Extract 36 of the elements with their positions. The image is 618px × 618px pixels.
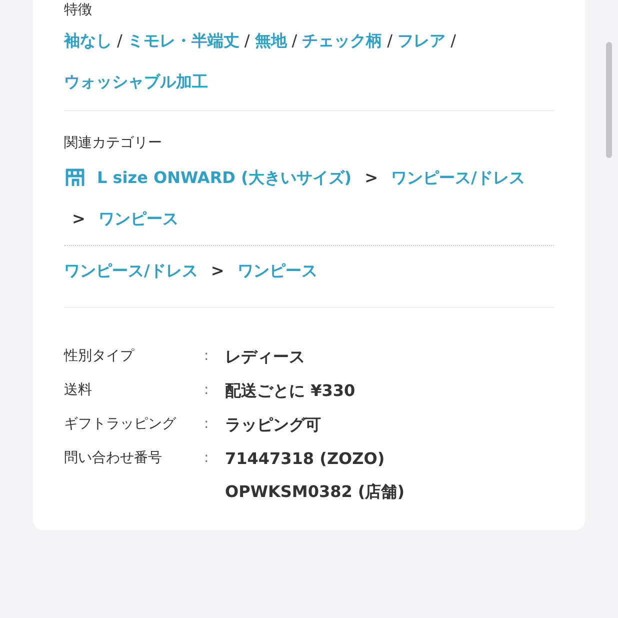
spec-label: 性別タイプ	[64, 347, 136, 366]
scrollbar-thumb[interactable]	[606, 42, 612, 158]
spec-label: ギフトラッピング	[64, 415, 178, 434]
separator: >	[210, 260, 224, 282]
category-link[interactable]: L size ONWARD (大きいサイズ)	[97, 163, 352, 192]
category-link[interactable]: ミモレ・半端丈	[127, 26, 240, 55]
separator: >	[364, 167, 378, 189]
category-link[interactable]: ワンピース/ドレス	[64, 256, 198, 285]
spec-value: 配送ごとに ¥330	[225, 380, 356, 402]
spec-label: 問い合わせ番号	[64, 449, 163, 468]
separator: /	[244, 30, 250, 52]
separator: /	[292, 30, 298, 52]
separator: /	[387, 30, 393, 52]
category-link[interactable]: フレア	[398, 26, 446, 55]
category-link[interactable]: チェック柄	[302, 26, 382, 55]
spec-label: 送料	[64, 381, 93, 400]
category-link[interactable]: ワンピース/ドレス	[391, 163, 525, 192]
colon: :	[204, 415, 210, 434]
colon: :	[204, 347, 210, 366]
spec-value: ラッピング可	[225, 414, 322, 436]
store-icon	[64, 166, 86, 188]
spec-value: OPWKSM0382 (店舗)	[225, 481, 406, 503]
colon: :	[204, 381, 210, 400]
separator: /	[450, 30, 456, 52]
section-title: 特徴	[64, 1, 93, 20]
category-link[interactable]: 無地	[254, 26, 287, 55]
spec-value: 71447318 (ZOZO)	[225, 448, 386, 470]
separator: >	[72, 208, 86, 230]
category-link[interactable]: ウォッシャブル加工	[64, 67, 208, 96]
category-link[interactable]: ワンピース	[98, 204, 178, 233]
category-link[interactable]: ワンピース	[237, 256, 318, 285]
separator: /	[117, 30, 122, 52]
spec-value: レディース	[225, 346, 306, 368]
section-title: 関連カテゴリー	[64, 134, 163, 153]
category-link[interactable]: 袖なし	[64, 26, 112, 55]
colon: :	[204, 449, 210, 468]
